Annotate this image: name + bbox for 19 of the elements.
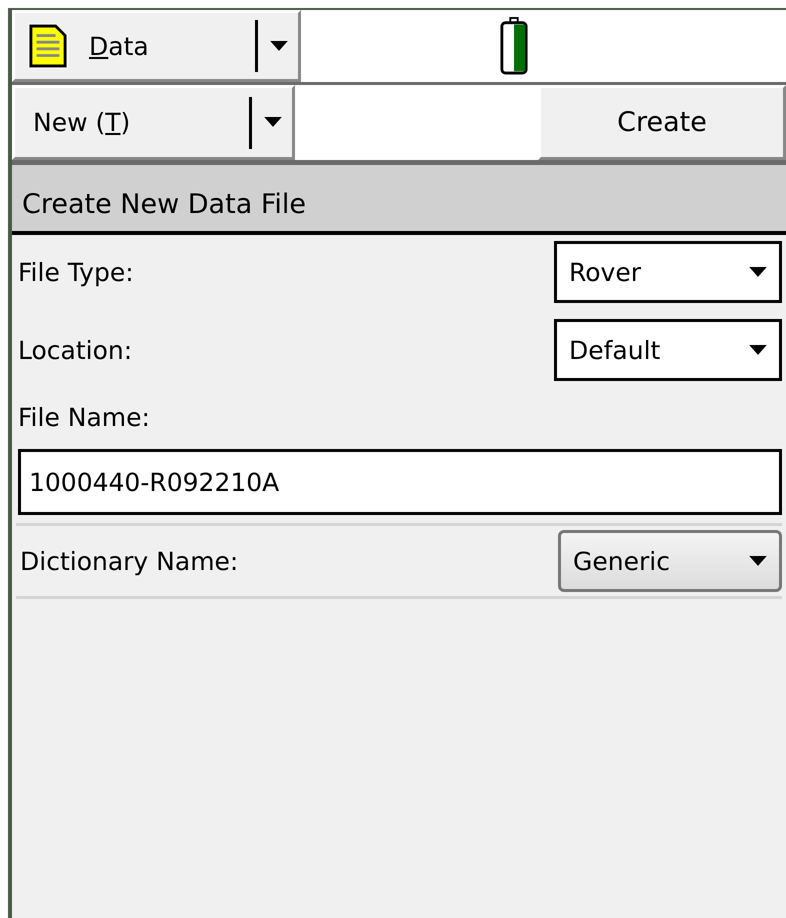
create-button[interactable]: Create [538,85,786,160]
mode-button[interactable]: New (T) [12,85,295,160]
section-title: Create New Data File [12,165,786,235]
battery-icon [500,16,528,76]
caret-icon [749,344,767,356]
field-label: Dictionary Name: [20,546,238,576]
caret-icon [270,40,288,52]
input-field[interactable]: 1000440-R092210A [18,449,782,515]
dropdown[interactable]: Generic [558,530,782,592]
field-label: File Name: [18,402,150,432]
dropdown[interactable]: Default [554,319,782,381]
document-icon [29,24,67,68]
data-menu-button[interactable]: Data [12,10,301,82]
caret-icon [749,266,767,278]
dropdown[interactable]: Rover [554,241,782,303]
field-label: File Type: [18,258,134,286]
field-label: Location: [18,336,132,364]
caret-icon [749,556,767,566]
caret-icon [264,117,282,128]
